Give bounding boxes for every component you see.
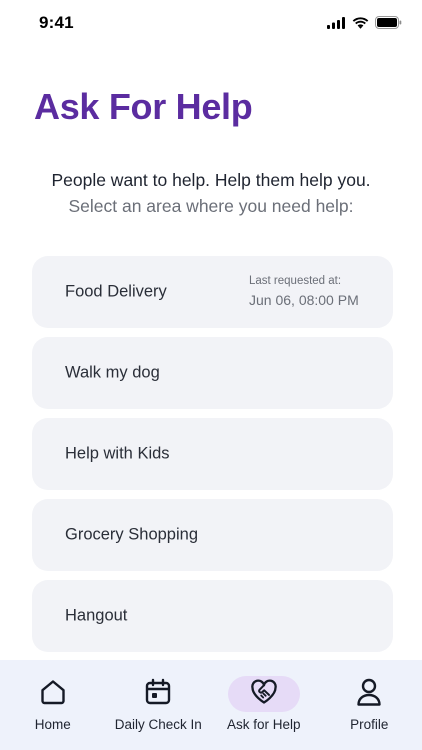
help-option-list: Food Delivery Last requested at: Jun 06,… bbox=[32, 256, 393, 661]
last-requested-caption: Last requested at: bbox=[249, 275, 342, 287]
calendar-icon bbox=[143, 677, 173, 712]
help-option-hangout[interactable]: Hangout bbox=[32, 580, 393, 652]
nav-label: Daily Check In bbox=[114, 717, 202, 732]
nav-icon-container bbox=[122, 676, 194, 712]
heart-handshake-icon bbox=[250, 678, 278, 710]
help-option-label: Help with Kids bbox=[65, 444, 170, 463]
battery-icon bbox=[375, 16, 402, 29]
nav-icon-container bbox=[333, 676, 405, 712]
help-option-help-with-kids[interactable]: Help with Kids bbox=[32, 418, 393, 490]
nav-item-profile[interactable]: Profile bbox=[317, 660, 422, 750]
help-option-walk-my-dog[interactable]: Walk my dog bbox=[32, 337, 393, 409]
last-requested-info: Last requested at: Jun 06, 08:00 PM bbox=[249, 275, 359, 308]
nav-label: Home bbox=[34, 717, 71, 732]
bottom-nav: Home Daily Check In Ask for Help Profile bbox=[0, 660, 422, 750]
nav-label: Ask for Help bbox=[226, 717, 301, 732]
status-time: 9:41 bbox=[39, 13, 74, 32]
help-option-label: Hangout bbox=[65, 606, 128, 625]
help-area-prompt: Select an area where you need help: bbox=[68, 196, 354, 216]
nav-item-daily-check-in[interactable]: Daily Check In bbox=[106, 660, 212, 750]
status-bar: 9:41 bbox=[0, 0, 422, 48]
status-icons bbox=[327, 16, 402, 29]
wifi-icon bbox=[352, 16, 369, 29]
person-icon bbox=[355, 677, 383, 712]
nav-item-home[interactable]: Home bbox=[0, 660, 106, 750]
page-subtitle: People want to help. Help them help you. bbox=[51, 170, 371, 190]
last-requested-time: Jun 06, 08:00 PM bbox=[249, 292, 359, 308]
nav-icon-container bbox=[227, 676, 300, 712]
cellular-signal-icon bbox=[327, 16, 346, 29]
home-icon bbox=[38, 677, 68, 712]
nav-icon-container bbox=[17, 676, 89, 712]
help-option-label: Food Delivery bbox=[65, 282, 167, 301]
nav-item-ask-for-help[interactable]: Ask for Help bbox=[211, 660, 317, 750]
help-option-label: Walk my dog bbox=[65, 363, 160, 382]
nav-label: Profile bbox=[350, 717, 389, 732]
help-option-food-delivery[interactable]: Food Delivery Last requested at: Jun 06,… bbox=[32, 256, 393, 328]
help-option-grocery-shopping[interactable]: Grocery Shopping bbox=[32, 499, 393, 571]
help-option-label: Grocery Shopping bbox=[65, 525, 198, 544]
page-title: Ask For Help bbox=[34, 86, 253, 127]
